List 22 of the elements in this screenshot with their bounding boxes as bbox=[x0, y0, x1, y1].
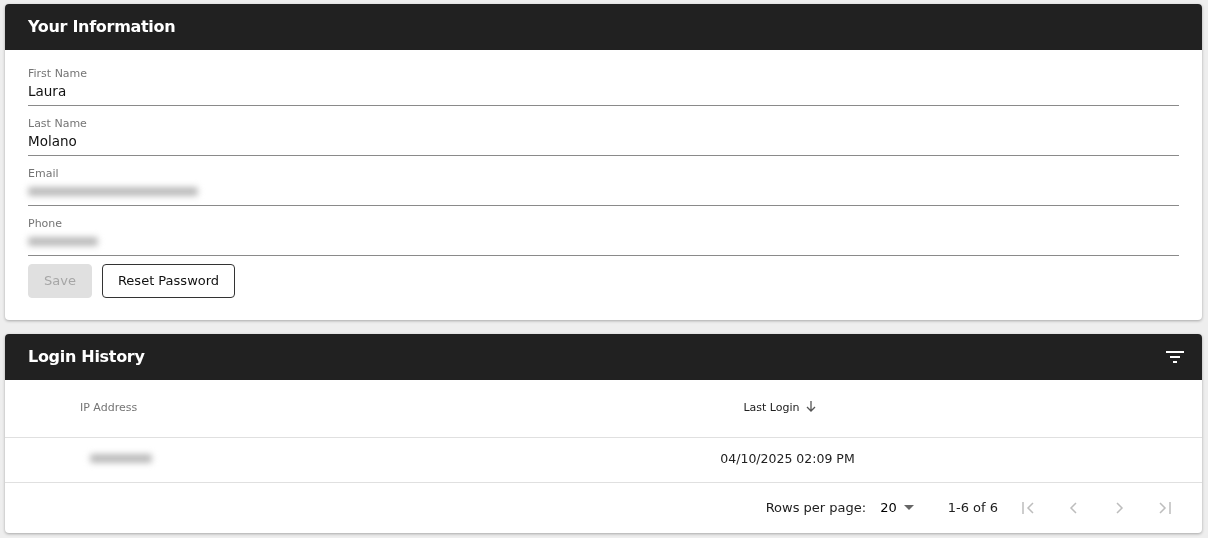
caret-icon[interactable] bbox=[903, 505, 914, 510]
table-cell: 04/10/2025 02:09 PM bbox=[720, 451, 855, 467]
page-range: 1-6 of 6 bbox=[947, 498, 998, 517]
field-value: Molano bbox=[28, 132, 78, 151]
input-field[interactable]: Last Name Molano bbox=[28, 114, 1179, 156]
reset-password-button[interactable]: Reset Password bbox=[101, 264, 236, 298]
rows-per-page-label: Rows per page: bbox=[765, 498, 867, 517]
field-label: Phone bbox=[28, 217, 64, 231]
section-title: Your Information bbox=[28, 16, 176, 38]
input-field[interactable]: First Name Laura bbox=[28, 64, 1179, 106]
rows-per-page-select[interactable]: 20 bbox=[880, 497, 914, 518]
filter-icon[interactable] bbox=[1166, 350, 1184, 363]
field-label: Email bbox=[28, 167, 60, 181]
field-value: Laura bbox=[28, 82, 68, 101]
field-label: Last Name bbox=[28, 117, 88, 131]
column-header[interactable]: IP Address bbox=[80, 400, 138, 414]
section-title: Login History bbox=[28, 345, 145, 368]
column-header[interactable]: Last Login bbox=[743, 400, 800, 414]
input-field[interactable]: Email bbox=[28, 164, 1179, 206]
sort-arrow-icon[interactable] bbox=[804, 399, 817, 412]
input-field[interactable]: Phone bbox=[28, 214, 1179, 256]
field-label: First Name bbox=[28, 67, 89, 81]
